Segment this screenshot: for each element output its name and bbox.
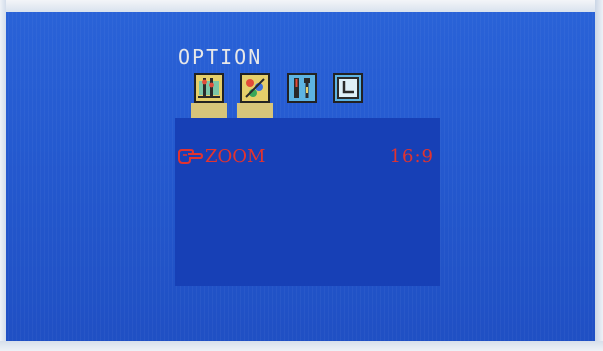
screen-bezel-right bbox=[595, 0, 603, 351]
tab-picture[interactable] bbox=[191, 70, 227, 120]
screen-bezel-bottom bbox=[0, 341, 603, 351]
color-settings-icon bbox=[240, 73, 270, 103]
tab-color[interactable] bbox=[237, 70, 273, 120]
osd-screen: OPTION ZOOM 16:9 bbox=[0, 0, 603, 351]
tab-clock[interactable] bbox=[330, 70, 366, 120]
menu-title: OPTION bbox=[178, 45, 263, 69]
option-panel: ZOOM 16:9 bbox=[175, 118, 440, 286]
screen-bezel-left bbox=[0, 0, 6, 351]
zoom-value[interactable]: 16:9 bbox=[390, 146, 434, 167]
zoom-label: ZOOM bbox=[205, 146, 266, 167]
pointing-hand-icon bbox=[177, 147, 204, 167]
clock-icon bbox=[333, 73, 363, 103]
picture-settings-icon bbox=[194, 73, 224, 103]
tools-icon bbox=[287, 73, 317, 103]
zoom-setting-row[interactable]: ZOOM 16:9 bbox=[175, 146, 440, 170]
tab-tools[interactable] bbox=[284, 70, 320, 120]
screen-bezel-top bbox=[0, 0, 603, 12]
